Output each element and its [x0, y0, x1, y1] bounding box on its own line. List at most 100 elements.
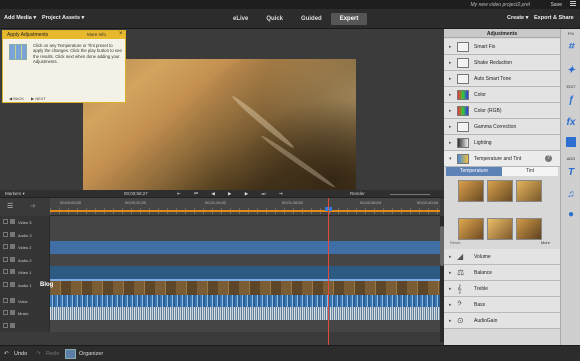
timeline-scrollbar[interactable] — [440, 216, 444, 342]
chevron-right-icon: ▸ — [449, 140, 452, 146]
track-row: Video 1 — [0, 266, 444, 279]
adj-smart-fix[interactable]: ▸ Smart Fix — [444, 39, 560, 55]
adj-treble[interactable]: ▸ 𝄞 Treble — [444, 281, 560, 297]
adjustments-header: Adjustments — [444, 29, 560, 38]
tab-guided[interactable]: Guided — [292, 13, 331, 25]
project-filename: My new video project2.prel — [470, 2, 530, 8]
preset-swatch[interactable] — [458, 217, 484, 240]
redo-button[interactable]: Redo — [46, 351, 59, 357]
color-icon — [457, 90, 469, 100]
track-type-icon — [10, 297, 15, 303]
zoom-slider[interactable] — [390, 194, 430, 195]
preset-swatch[interactable] — [516, 180, 542, 202]
tab-temperature[interactable]: Temperature — [446, 167, 502, 176]
undo-button[interactable]: Undo — [14, 351, 27, 357]
track-row: Voice — [0, 294, 444, 307]
adjust-tool-icon[interactable]: ✦ — [565, 65, 577, 77]
adj-temperature-tint[interactable]: ▾ Temperature and Tint ? — [444, 151, 560, 167]
lock-icon[interactable] — [3, 244, 8, 249]
organizer-icon[interactable] — [65, 349, 76, 359]
undo-icon[interactable]: ↶ — [4, 351, 9, 357]
bottom-bar: ↶ Undo ↷ Redo Organizer — [0, 345, 580, 361]
chevron-right-icon: ▸ — [449, 302, 452, 308]
auto-smart-tone-icon — [457, 74, 469, 84]
music-icon[interactable]: ♫ — [565, 189, 577, 201]
track-lane[interactable] — [50, 241, 440, 254]
track-lane[interactable] — [50, 266, 440, 279]
clip-label: Blog — [40, 282, 54, 288]
export-share-menu[interactable]: Export & Share — [534, 15, 574, 21]
adj-audiogain[interactable]: ▸ ⊙ AudioGain — [444, 313, 560, 329]
time-ruler[interactable]: 00;00;00;00 00;00;32;00 00;01;04;02 00;0… — [50, 198, 440, 216]
audio-clip[interactable] — [50, 294, 440, 307]
adjustments-icon[interactable] — [566, 137, 576, 147]
redo-icon[interactable]: ↷ — [36, 351, 41, 357]
adj-label: Auto Smart Tone — [474, 76, 512, 82]
lock-icon[interactable] — [3, 256, 8, 262]
work-area-bar[interactable] — [50, 210, 440, 212]
crop-tool-icon[interactable]: ⌗ — [565, 41, 577, 53]
reset-button[interactable]: Reset — [450, 240, 460, 245]
back-button[interactable]: ◀ BACK — [9, 96, 24, 101]
track-menu-icon[interactable]: ☰ — [7, 202, 13, 210]
help-icon[interactable]: ? — [545, 155, 552, 162]
adj-gamma-correction[interactable]: ▸ Gamma Correction — [444, 119, 560, 135]
adj-color-rgb[interactable]: ▸ Color (RGB) — [444, 103, 560, 119]
tab-quick[interactable]: Quick — [257, 13, 292, 25]
hamburger-menu-icon[interactable] — [570, 1, 576, 7]
track-row: Video 2 — [0, 241, 444, 254]
lock-icon[interactable] — [3, 269, 8, 274]
preset-swatch[interactable] — [487, 217, 513, 240]
adj-volume[interactable]: ▸ ◢ Volume — [444, 249, 560, 265]
title-text-icon[interactable]: T — [565, 167, 577, 179]
lock-icon[interactable] — [3, 231, 8, 237]
adj-bass[interactable]: ▸ 𝄢 Bass — [444, 297, 560, 313]
preset-swatch[interactable] — [458, 180, 484, 202]
adj-lighting[interactable]: ▸ Lighting — [444, 135, 560, 151]
lock-icon[interactable] — [3, 322, 8, 328]
adj-auto-smart-tone[interactable]: ▸ Auto Smart Tone — [444, 71, 560, 87]
adj-label: Bass — [474, 302, 486, 308]
adj-balance[interactable]: ▸ ⚖ Balance — [444, 265, 560, 281]
track-lane[interactable] — [50, 216, 440, 229]
track-row: Audio 3 — [0, 228, 444, 241]
lock-icon[interactable] — [3, 219, 8, 224]
tab-elive[interactable]: eLive — [224, 13, 257, 25]
lock-icon[interactable] — [3, 297, 8, 303]
project-assets-menu[interactable]: Project Assets ▾ — [42, 15, 84, 21]
tab-tint[interactable]: Tint — [502, 167, 558, 176]
ruler-label: 00;01;04;02 — [205, 200, 227, 205]
applied-effects-icon[interactable]: ƒ — [565, 95, 577, 107]
graphics-icon[interactable]: ● — [565, 209, 577, 221]
lock-icon[interactable] — [3, 281, 8, 287]
create-menu[interactable]: Create ▾ — [507, 15, 528, 21]
preset-swatch[interactable] — [487, 180, 513, 202]
arrow-right-icon[interactable]: ➜ — [30, 202, 36, 210]
track-lane[interactable] — [50, 228, 440, 241]
lock-icon[interactable] — [3, 310, 8, 315]
preset-swatch[interactable] — [516, 217, 542, 240]
add-media-menu[interactable]: Add Media ▾ — [4, 15, 36, 21]
playhead[interactable] — [328, 198, 329, 345]
scrollbar-thumb[interactable] — [440, 226, 444, 266]
edit-label: EDIT — [566, 84, 576, 89]
adj-shake-reduction[interactable]: ▸ Shake Reduction — [444, 55, 560, 71]
organizer-button[interactable]: Organizer — [79, 351, 103, 357]
title-bar: My new video project2.prel Save — [0, 0, 580, 9]
tab-expert[interactable]: Expert — [330, 13, 368, 25]
track-lane[interactable] — [50, 253, 440, 266]
playback-controls[interactable]: ⇤ ⏮ ◀ ▶ ▶ ⏭ ⇥ — [177, 191, 289, 197]
video-clip[interactable] — [50, 278, 440, 295]
ruler-label: 00;02;40;04 — [417, 200, 439, 205]
markers-menu[interactable]: Markers ▾ — [5, 191, 25, 197]
track-lane[interactable] — [50, 319, 440, 332]
adj-color[interactable]: ▸ Color — [444, 87, 560, 103]
effects-icon[interactable]: fx — [565, 117, 577, 129]
save-button[interactable]: Save — [551, 2, 562, 8]
close-icon[interactable]: × — [119, 31, 123, 37]
more-button[interactable]: More — [541, 240, 550, 245]
more-info-link[interactable]: More Info — [87, 32, 106, 37]
render-button[interactable]: Render — [350, 191, 365, 196]
audio-clip[interactable] — [50, 307, 440, 320]
next-button[interactable]: ▶ NEXT — [31, 96, 46, 101]
